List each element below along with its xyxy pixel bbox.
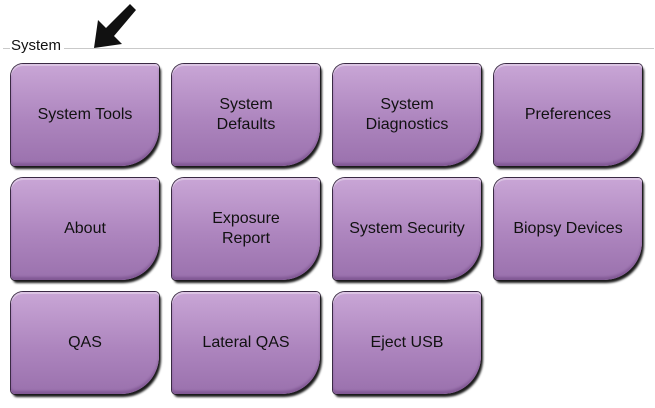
system-defaults-button[interactable]: System Defaults xyxy=(172,64,320,166)
preferences-label: Preferences xyxy=(524,106,612,123)
system-tools-label: System Tools xyxy=(37,106,133,123)
system-security-label: System Security xyxy=(349,220,465,237)
qas-button[interactable]: QAS xyxy=(11,292,159,394)
eject-usb-label: Eject USB xyxy=(370,334,444,351)
eject-usb-button[interactable]: Eject USB xyxy=(333,292,481,394)
system-group-label: System xyxy=(10,37,65,55)
exposure-report-label: Exposure Report xyxy=(212,210,280,247)
about-button[interactable]: About xyxy=(11,178,159,280)
qas-label: QAS xyxy=(68,334,102,351)
biopsy-devices-button[interactable]: Biopsy Devices xyxy=(494,178,642,280)
system-security-button[interactable]: System Security xyxy=(333,178,481,280)
biopsy-devices-label: Biopsy Devices xyxy=(513,220,623,237)
lateral-qas-label: Lateral QAS xyxy=(202,334,290,351)
system-defaults-label: System Defaults xyxy=(216,96,276,133)
lateral-qas-button[interactable]: Lateral QAS xyxy=(172,292,320,394)
preferences-button[interactable]: Preferences xyxy=(494,64,642,166)
system-diagnostics-button[interactable]: System Diagnostics xyxy=(333,64,481,166)
about-label: About xyxy=(64,220,106,237)
system-tools-button[interactable]: System Tools xyxy=(11,64,159,166)
system-diagnostics-label: System Diagnostics xyxy=(365,96,449,133)
arrow-pointer-icon xyxy=(94,4,136,48)
exposure-report-button[interactable]: Exposure Report xyxy=(172,178,320,280)
